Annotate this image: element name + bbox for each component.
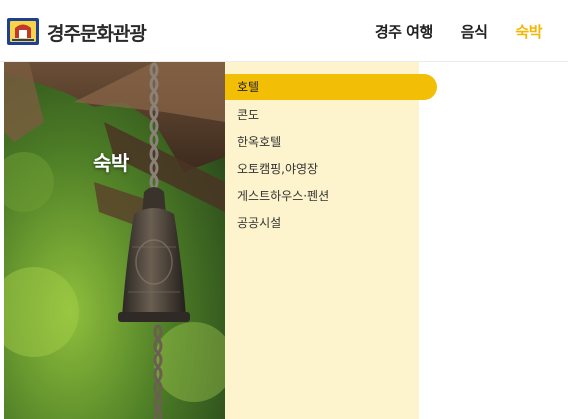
submenu-item-condo[interactable]: 콘도 (225, 102, 259, 128)
submenu-item-hanok-hotel[interactable]: 한옥호텔 (225, 129, 281, 155)
submenu-item-public-facility[interactable]: 공공시설 (225, 210, 281, 236)
gyeongju-logo-icon[interactable] (6, 16, 40, 47)
hero-image: 숙박 (4, 62, 225, 419)
nav-travel[interactable]: 경주 여행 (375, 21, 433, 42)
nav-lodging[interactable]: 숙박 (515, 21, 542, 42)
submenu-item-guesthouse[interactable]: 게스트하우스·펜션 (225, 183, 329, 209)
temple-bell-photo (4, 62, 225, 419)
site-header: 경주문화관광 경주 여행 음식 숙박 (0, 0, 568, 62)
lodging-submenu: 호텔 콘도 한옥호텔 오토캠핑,야영장 게스트하우스·펜션 공공시설 (225, 62, 437, 419)
hero-title: 숙박 (93, 151, 129, 175)
submenu-item-camping[interactable]: 오토캠핑,야영장 (225, 156, 318, 182)
submenu-item-hotel[interactable]: 호텔 (225, 74, 437, 100)
nav-food[interactable]: 음식 (461, 21, 488, 42)
main-nav: 경주 여행 음식 숙박 (375, 0, 568, 62)
brand-title[interactable]: 경주문화관광 (47, 19, 147, 46)
